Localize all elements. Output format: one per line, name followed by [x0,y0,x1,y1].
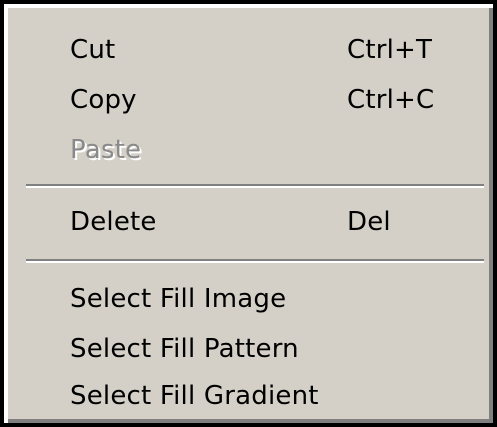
menu-item-select-fill-gradient[interactable]: Select Fill Gradient [4,371,493,421]
menu-item-shortcut: Del [347,207,391,237]
menu-item-copy[interactable]: Copy Ctrl+C [4,75,493,125]
menu-separator [26,184,484,188]
menu-separator [26,259,484,263]
menu-item-cut[interactable]: Cut Ctrl+T [4,25,493,75]
menu-item-label: Paste [70,135,142,165]
menu-item-paste: Paste [4,125,493,175]
menu-item-label: Select Fill Image [70,284,287,314]
menu-item-select-fill-image[interactable]: Select Fill Image [4,274,493,324]
menu-item-label: Select Fill Gradient [70,381,319,411]
context-menu: Cut Ctrl+T Copy Ctrl+C Paste Delete Del … [0,0,497,427]
menu-item-shortcut: Ctrl+T [347,35,433,65]
menu-item-select-fill-pattern[interactable]: Select Fill Pattern [4,324,493,374]
menu-item-label: Cut [70,35,116,65]
menu-item-label: Select Fill Pattern [70,334,299,364]
menu-item-shortcut: Ctrl+C [347,85,435,115]
menu-item-label: Delete [70,207,157,237]
menu-item-label: Copy [70,85,137,115]
menu-item-delete[interactable]: Delete Del [4,197,493,247]
